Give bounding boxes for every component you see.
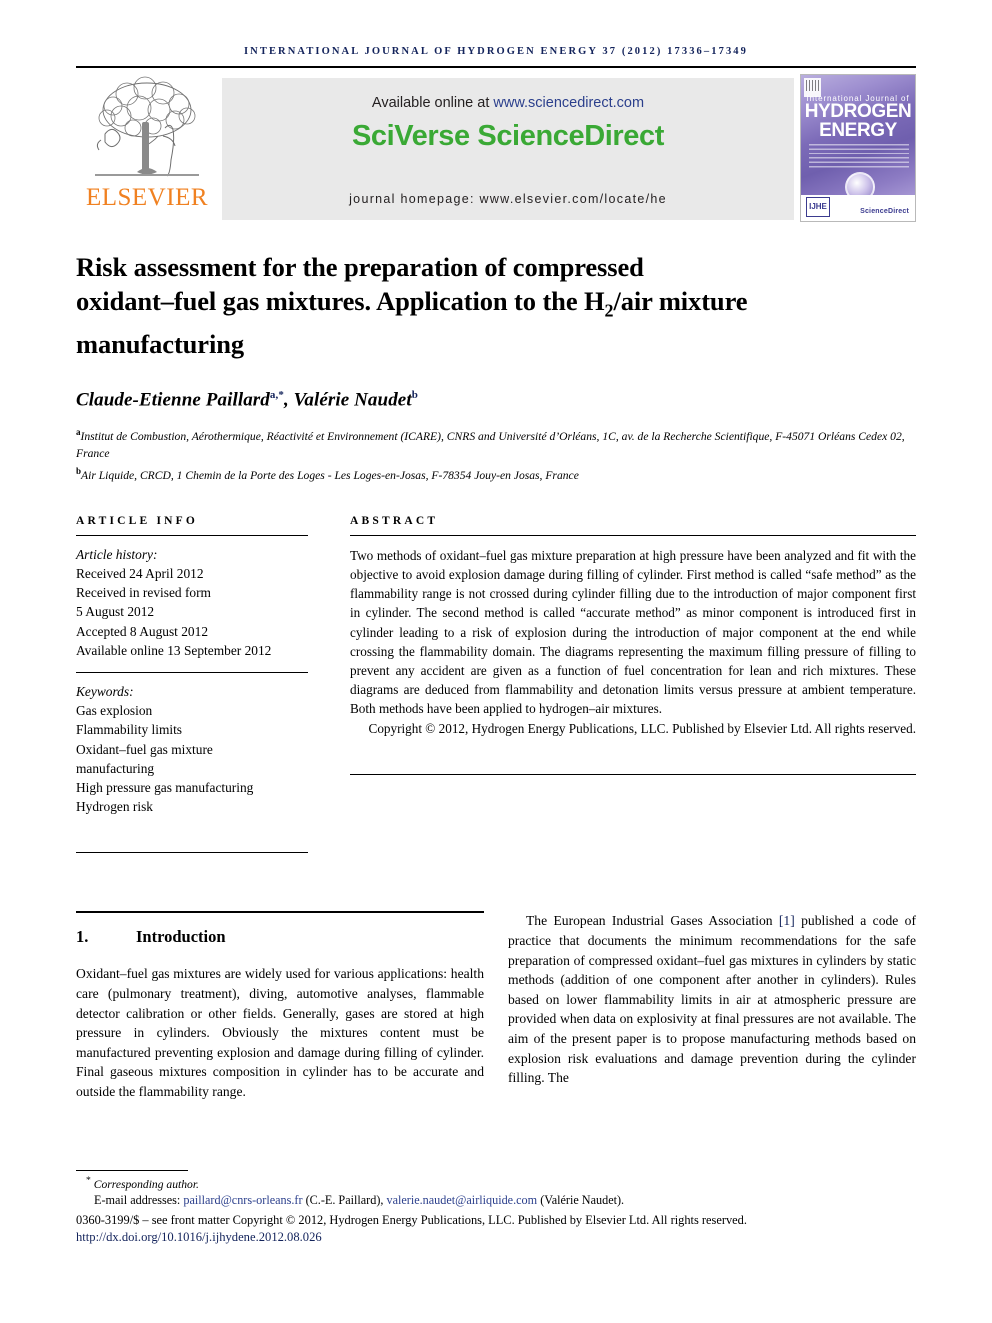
article-history-block: Article history: Received 24 April 2012 … xyxy=(76,545,308,660)
title-line-2a: oxidant–fuel gas mixtures. Application t… xyxy=(76,286,605,316)
cover-title-line1: HYDROGEN xyxy=(804,101,912,122)
elsevier-wordmark: ELSEVIER xyxy=(85,184,209,211)
article-info-heading: ARTICLE INFO xyxy=(76,514,199,527)
corresponding-author-note: * Corresponding author. xyxy=(76,1175,916,1191)
running-head: International Journal of Hydrogen Energy… xyxy=(243,46,749,57)
elsevier-logo: ELSEVIER xyxy=(76,74,218,224)
page-content: International Journal of Hydrogen Energy… xyxy=(76,0,916,1115)
section-heading: 1. Introduction xyxy=(76,927,484,947)
corresponding-marker: * xyxy=(86,1175,91,1186)
history-item-1: Received in revised form xyxy=(76,585,211,601)
abstract-column: ABSTRACT Two methods of oxidant–fuel gas… xyxy=(350,515,916,854)
article-info-bottom-divider xyxy=(76,852,308,854)
issn-copyright-line: 0360-3199/$ – see front matter Copyright… xyxy=(76,1212,747,1227)
page-title: Risk assessment for the preparation of c… xyxy=(76,250,916,361)
intro-right-part-a: The European Industrial Gases Associatio… xyxy=(526,913,779,929)
abstract-bottom-divider xyxy=(350,773,916,775)
cover-editor-list xyxy=(809,144,909,170)
abstract-divider xyxy=(350,534,916,536)
article-info-column: ARTICLE INFO Article history: Received 2… xyxy=(76,515,308,854)
abstract-heading: ABSTRACT xyxy=(350,514,439,527)
header-divider xyxy=(76,66,916,68)
email-1-owner: (C.-E. Paillard), xyxy=(302,1192,387,1207)
section-title: Introduction xyxy=(136,927,226,947)
affiliation-a: aInstitut de Combustion, Aérothermique, … xyxy=(76,428,905,460)
journal-cover-image: International Journal of HYDROGEN ENERGY… xyxy=(800,74,916,222)
cover-title-line2: ENERGY xyxy=(819,120,897,141)
abstract-body: Two methods of oxidant–fuel gas mixture … xyxy=(350,547,916,717)
title-line-1: Risk assessment for the preparation of c… xyxy=(76,252,644,282)
section-number: 1. xyxy=(76,927,89,947)
author-name-2[interactable]: Valérie Naudet xyxy=(294,390,412,411)
journal-homepage-line[interactable]: journal homepage: www.elsevier.com/locat… xyxy=(222,192,794,206)
sciencedirect-url-link[interactable]: www.sciencedirect.com xyxy=(493,95,644,111)
citation-ref-1[interactable]: [1] xyxy=(779,913,795,928)
article-history-label: Article history: xyxy=(76,546,158,562)
intro-paragraph-left: Oxidant–fuel gas mixtures are widely use… xyxy=(76,966,484,1100)
author-list: Claude-Etienne Paillarda,*, Valérie Naud… xyxy=(76,389,916,411)
email-link-1[interactable]: paillard@cnrs-orleans.fr xyxy=(183,1193,302,1207)
keyword-1[interactable]: Flammability limits xyxy=(76,722,182,737)
sciencedirect-banner: Available online at www.sciencedirect.co… xyxy=(222,78,794,220)
keywords-label: Keywords: xyxy=(76,684,134,700)
email-link-2[interactable]: valerie.naudet@airliquide.com xyxy=(386,1193,537,1207)
history-item-3: Accepted 8 August 2012 xyxy=(76,623,209,639)
history-item-2: 5 August 2012 xyxy=(76,604,155,620)
body-column-left: 1. Introduction Oxidant–fuel gas mixture… xyxy=(76,911,484,1115)
footnote-rule xyxy=(76,1170,188,1171)
title-line-2b: /air mixture xyxy=(613,286,748,316)
keyword-3[interactable]: manufacturing xyxy=(76,761,154,776)
elsevier-tree-icon xyxy=(95,76,199,177)
body-columns: 1. Introduction Oxidant–fuel gas mixture… xyxy=(76,911,916,1115)
keyword-4[interactable]: High pressure gas manufacturing xyxy=(76,780,253,795)
doi-link[interactable]: http://dx.doi.org/10.1016/j.ijhydene.201… xyxy=(76,1230,916,1245)
keyword-5[interactable]: Hydrogen risk xyxy=(76,799,153,814)
affiliations: aInstitut de Combustion, Aérothermique, … xyxy=(76,425,916,485)
affiliation-a-text: Institut de Combustion, Aérothermique, R… xyxy=(76,430,905,460)
affiliation-b-text: Air Liquide, CRCD, 1 Chemin de la Porte … xyxy=(81,469,579,483)
history-item-0: Received 24 April 2012 xyxy=(76,566,204,582)
sciencedirect-word: ScienceDirect xyxy=(477,120,665,152)
title-line-3: manufacturing xyxy=(76,329,245,360)
history-item-4: Available online 13 September 2012 xyxy=(76,642,272,658)
email-2-owner: (Valérie Naudet). xyxy=(537,1192,625,1207)
masthead: ELSEVIER Available online at www.science… xyxy=(76,74,916,224)
body-column-right: The European Industrial Gases Associatio… xyxy=(508,911,916,1115)
email-label: E-mail addresses: xyxy=(94,1192,184,1207)
author-2-marker: b xyxy=(411,389,418,402)
available-online-label: Available online at xyxy=(371,95,494,111)
abstract-copyright: Copyright © 2012, Hydrogen Energy Public… xyxy=(368,720,916,736)
paper-page: International Journal of Hydrogen Energy… xyxy=(0,0,992,1323)
keywords-block: Keywords: Gas explosion Flammability lim… xyxy=(76,682,308,816)
info-abstract-row: ARTICLE INFO Article history: Received 2… xyxy=(76,515,916,854)
cover-sciencedirect-brand: ScienceDirect xyxy=(860,208,909,215)
sciverse-word: SciVerse xyxy=(351,120,470,152)
keyword-0[interactable]: Gas explosion xyxy=(76,703,152,718)
article-info-divider xyxy=(76,534,308,536)
corresponding-label: Corresponding author. xyxy=(93,1177,199,1191)
email-addresses-line: E-mail addresses: paillard@cnrs-orleans.… xyxy=(76,1193,916,1208)
keyword-2[interactable]: Oxidant–fuel gas mixture xyxy=(76,742,213,757)
available-online-line: Available online at www.sciencedirect.co… xyxy=(372,95,644,111)
sciverse-sciencedirect-logo: SciVerse ScienceDirect xyxy=(352,120,664,153)
intro-right-part-b: published a code of practice that docume… xyxy=(508,913,916,1086)
intro-paragraph-right: The European Industrial Gases Associatio… xyxy=(508,911,916,1087)
author-separator: , xyxy=(283,389,294,411)
section-rule xyxy=(76,911,484,914)
page-footer: * Corresponding author. E-mail addresses… xyxy=(76,1170,916,1245)
cover-ijhe-badge: IJHE xyxy=(806,197,830,217)
keywords-divider xyxy=(76,672,308,674)
author-1-marker: a,* xyxy=(269,389,284,402)
author-name-1[interactable]: Claude-Etienne Paillard xyxy=(76,390,270,411)
affiliation-b: bAir Liquide, CRCD, 1 Chemin de la Porte… xyxy=(76,463,916,484)
